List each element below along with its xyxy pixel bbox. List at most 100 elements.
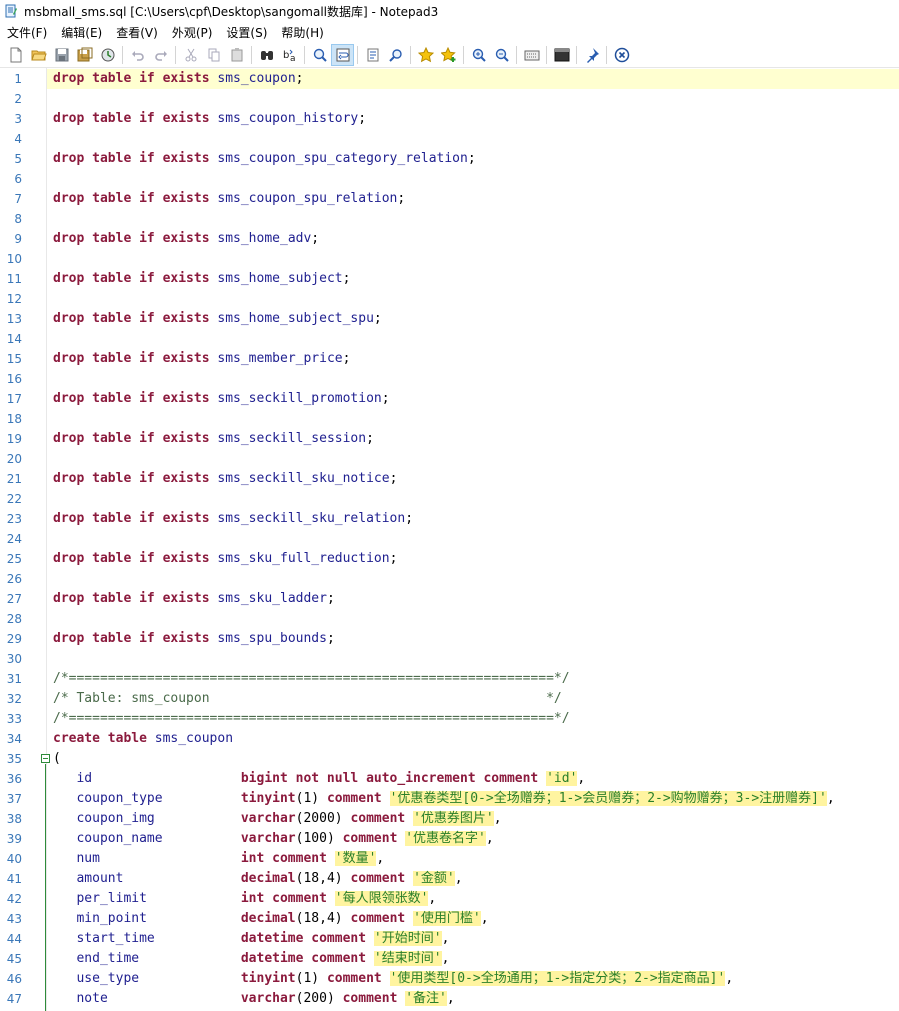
token-kw: comment <box>342 831 406 846</box>
revert-button[interactable] <box>96 44 119 66</box>
code-line[interactable]: 14 <box>0 329 899 349</box>
token-str: '金额' <box>413 871 455 886</box>
line-text <box>47 209 899 229</box>
code-line[interactable]: 19 drop table if exists sms_seckill_sessi… <box>0 429 899 449</box>
redo-button[interactable] <box>149 44 172 66</box>
code-line[interactable]: 46 use_type tinyint(1) comment '使用类型[0->… <box>0 969 899 989</box>
code-line[interactable]: 26 <box>0 569 899 589</box>
code-line[interactable]: 4 <box>0 129 899 149</box>
find-button[interactable] <box>255 44 278 66</box>
code-line[interactable]: 5 drop table if exists sms_coupon_spu_cat… <box>0 149 899 169</box>
code-line[interactable]: 12 <box>0 289 899 309</box>
code-line[interactable]: 36 id bigint not null auto_increment com… <box>0 769 899 789</box>
code-line[interactable]: 17 drop table if exists sms_seckill_promo… <box>0 389 899 409</box>
replace-button[interactable]: ba <box>278 44 301 66</box>
goto-button[interactable] <box>361 44 384 66</box>
code-line[interactable]: 24 <box>0 529 899 549</box>
view-whitespace-button[interactable] <box>520 44 543 66</box>
save-button[interactable] <box>50 44 73 66</box>
paste-button[interactable] <box>225 44 248 66</box>
new-file-button[interactable] <box>4 44 27 66</box>
code-line[interactable]: 38 coupon_img varchar(2000) comment '优惠券… <box>0 809 899 829</box>
code-line[interactable]: 47 note varchar(200) comment '备注', <box>0 989 899 1009</box>
code-line[interactable]: 41 amount decimal(18,4) comment '金额', <box>0 869 899 889</box>
code-line[interactable]: 34 create table sms_coupon <box>0 729 899 749</box>
zoom-in-icon <box>472 48 486 62</box>
token-pun: ; <box>342 351 351 366</box>
toolbar-separator <box>175 45 176 64</box>
close-button[interactable] <box>610 44 633 66</box>
undo-button[interactable] <box>126 44 149 66</box>
code-line[interactable]: 21 drop table if exists sms_seckill_sku_n… <box>0 469 899 489</box>
word-wrap-button[interactable] <box>331 43 354 66</box>
magnifier-icon <box>313 48 327 62</box>
code-line[interactable]: 44 start_time datetime comment '开始时间', <box>0 929 899 949</box>
code-line[interactable]: 35 ( <box>0 749 899 769</box>
code-line[interactable]: 9 drop table if exists sms_home_adv; <box>0 229 899 249</box>
code-line[interactable]: 43 min_point decimal(18,4) comment '使用门槛… <box>0 909 899 929</box>
open-button[interactable] <box>27 44 50 66</box>
code-line[interactable]: 23 drop table if exists sms_seckill_sku_r… <box>0 509 899 529</box>
line-number: 37 <box>6 792 22 806</box>
code-line[interactable]: 16 <box>0 369 899 389</box>
menu-edit[interactable]: 编辑(E) <box>54 24 109 41</box>
line-text: /*======================================… <box>47 709 899 729</box>
line-text <box>47 569 899 589</box>
code-line[interactable]: 31 /*====================================… <box>0 669 899 689</box>
code-line[interactable]: 20 <box>0 449 899 469</box>
code-editor[interactable]: 1 drop table if exists sms_coupon; 2 3 drop … <box>0 68 899 1011</box>
token-pun: ; <box>467 151 476 166</box>
menu-appearance[interactable]: 外观(P) <box>165 24 220 41</box>
find-next-button[interactable] <box>384 44 407 66</box>
token-kw: drop table if exists <box>53 351 218 366</box>
token-kw: decimal <box>240 911 296 926</box>
code-line[interactable]: 32 /* Table: sms_coupon */ <box>0 689 899 709</box>
cut-button[interactable] <box>179 44 202 66</box>
code-line[interactable]: 22 <box>0 489 899 509</box>
code-line[interactable]: 13 drop table if exists sms_home_subject_… <box>0 309 899 329</box>
code-line[interactable]: 15 drop table if exists sms_member_price; <box>0 349 899 369</box>
zoom-in-button[interactable] <box>467 44 490 66</box>
menu-file[interactable]: 文件(F) <box>0 24 54 41</box>
menu-view[interactable]: 查看(V) <box>109 24 165 41</box>
fold-toggle-icon[interactable] <box>41 754 50 763</box>
code-line[interactable]: 10 <box>0 249 899 269</box>
menu-settings[interactable]: 设置(S) <box>219 24 274 41</box>
code-line[interactable]: 18 <box>0 409 899 429</box>
token-id: sms_home_adv <box>217 231 312 246</box>
copy-button[interactable] <box>202 44 225 66</box>
code-line[interactable]: 30 <box>0 649 899 669</box>
code-line[interactable]: 40 num int comment '数量', <box>0 849 899 869</box>
token-id: start_time <box>53 931 241 946</box>
code-line[interactable]: 3 drop table if exists sms_coupon_history… <box>0 109 899 129</box>
line-text <box>47 169 899 189</box>
line-text: drop table if exists sms_home_adv; <box>47 229 899 249</box>
code-line[interactable]: 39 coupon_name varchar(100) comment '优惠卷… <box>0 829 899 849</box>
token-pun: ; <box>405 511 414 526</box>
favorites-button[interactable] <box>414 44 437 66</box>
code-line[interactable]: 2 <box>0 89 899 109</box>
code-line[interactable]: 8 <box>0 209 899 229</box>
code-line[interactable]: 29 drop table if exists sms_spu_bounds; <box>0 629 899 649</box>
save-all-button[interactable] <box>73 44 96 66</box>
add-favorite-button[interactable] <box>437 44 460 66</box>
token-kw: varchar <box>240 811 296 826</box>
pin-button[interactable] <box>580 44 603 66</box>
terminal-button[interactable] <box>550 44 573 66</box>
menu-help[interactable]: 帮助(H) <box>274 24 330 41</box>
token-id: id <box>53 771 241 786</box>
code-line[interactable]: 45 end_time datetime comment '结束时间', <box>0 949 899 969</box>
token-id: sms_coupon <box>217 71 296 86</box>
code-line[interactable]: 1 drop table if exists sms_coupon; <box>0 69 899 89</box>
code-line[interactable]: 42 per_limit int comment '每人限领张数', <box>0 889 899 909</box>
zoom-search-button[interactable] <box>308 44 331 66</box>
code-line[interactable]: 25 drop table if exists sms_sku_full_redu… <box>0 549 899 569</box>
code-line[interactable]: 11 drop table if exists sms_home_subject; <box>0 269 899 289</box>
code-line[interactable]: 27 drop table if exists sms_sku_ladder; <box>0 589 899 609</box>
code-line[interactable]: 7 drop table if exists sms_coupon_spu_rel… <box>0 189 899 209</box>
code-line[interactable]: 6 <box>0 169 899 189</box>
code-line[interactable]: 33 /*====================================… <box>0 709 899 729</box>
code-line[interactable]: 28 <box>0 609 899 629</box>
zoom-out-button[interactable] <box>490 44 513 66</box>
code-line[interactable]: 37 coupon_type tinyint(1) comment '优惠卷类型… <box>0 789 899 809</box>
